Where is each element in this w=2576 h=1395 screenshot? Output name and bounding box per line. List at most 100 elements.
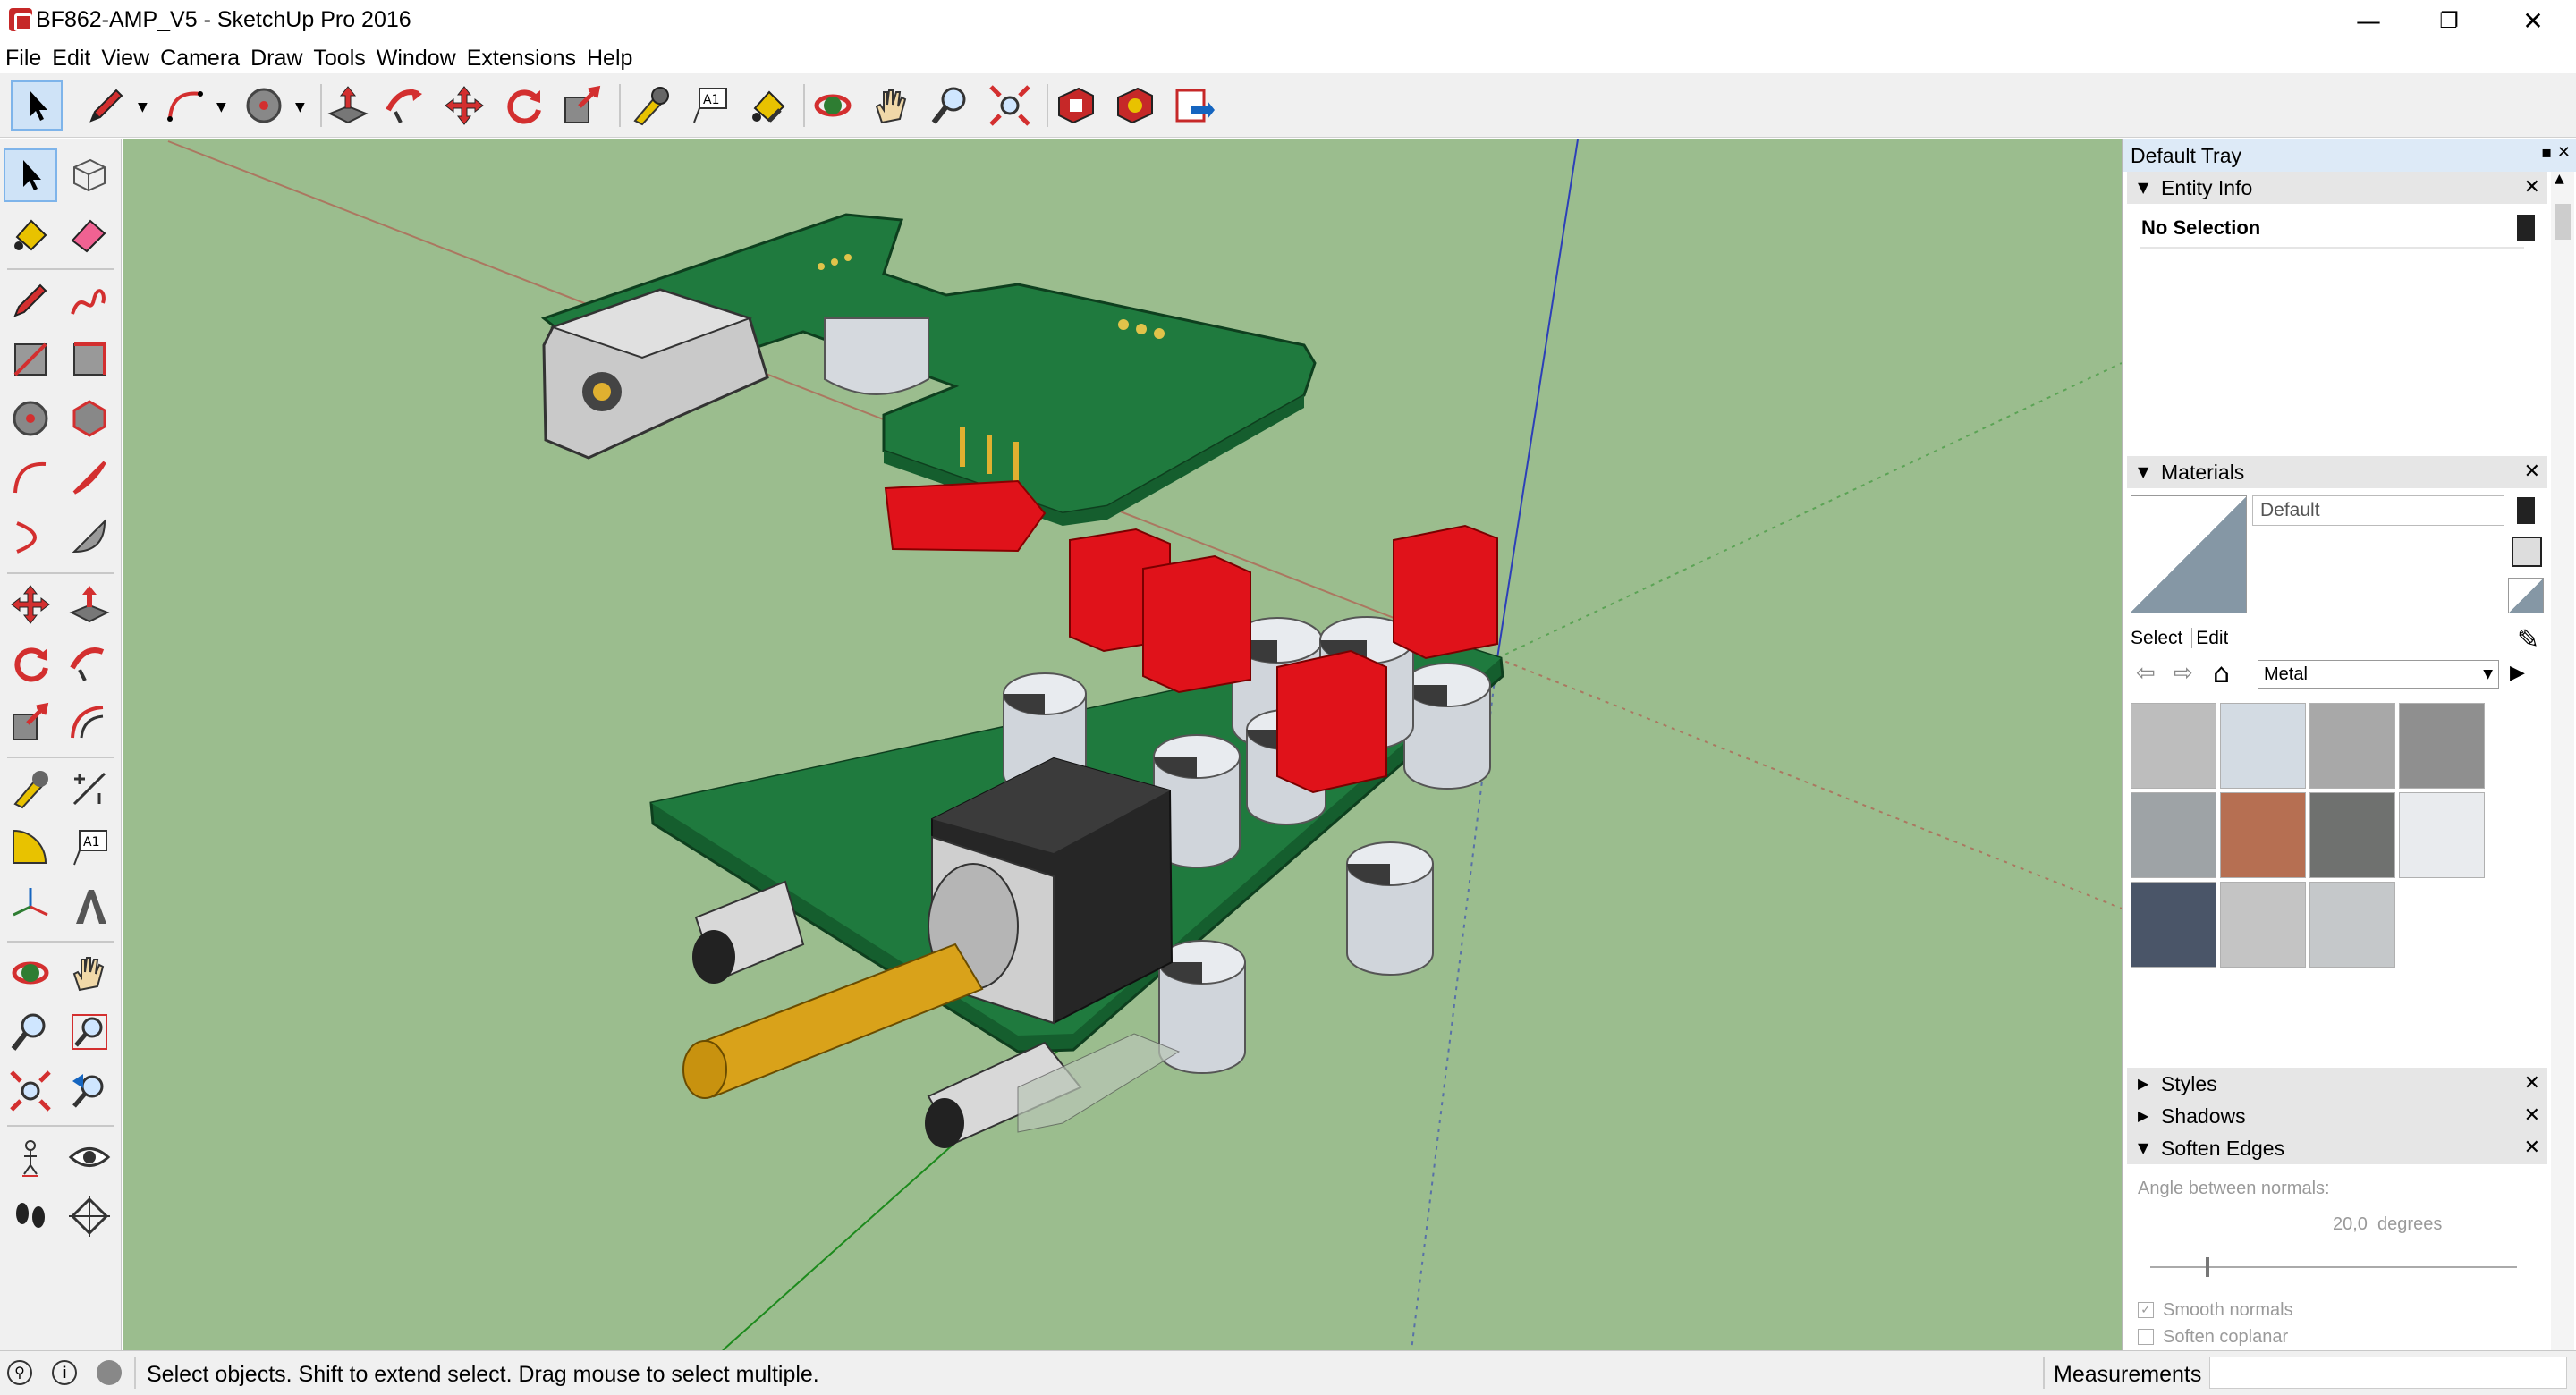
material-swatch[interactable] (2309, 792, 2395, 878)
menu-window[interactable]: Window (371, 41, 462, 73)
material-swatch[interactable] (2131, 882, 2216, 968)
soften-coplanar-checkbox[interactable] (2138, 1329, 2154, 1345)
extension-warehouse-button[interactable] (1109, 80, 1161, 131)
freehand-tool[interactable] (63, 274, 116, 327)
close-panel-icon[interactable]: ✕ (2524, 1068, 2540, 1100)
menu-edit[interactable]: Edit (47, 41, 96, 73)
arc-tool-button[interactable] (159, 80, 211, 131)
circle-tool[interactable] (4, 392, 57, 445)
scale-button[interactable] (556, 80, 608, 131)
pan-button[interactable] (866, 80, 918, 131)
create-material-icon[interactable] (2517, 497, 2535, 524)
polygon-tool[interactable] (63, 392, 116, 445)
arc-dropdown-icon[interactable]: ▼ (216, 100, 226, 114)
axes-tool[interactable] (4, 880, 57, 934)
tape-measure-button[interactable] (624, 80, 676, 131)
material-swatch[interactable] (2399, 703, 2485, 789)
make-component-tool[interactable] (63, 148, 116, 202)
text-button[interactable]: A1 (683, 80, 735, 131)
orbit-tool[interactable] (4, 946, 57, 1000)
tab-select[interactable]: Select (2131, 628, 2182, 648)
rotate-button[interactable] (497, 80, 549, 131)
material-swatch[interactable] (2309, 882, 2395, 968)
text-tool[interactable]: A1 (63, 821, 116, 875)
menu-help[interactable]: Help (581, 41, 638, 73)
home-icon[interactable]: ⌂ (2213, 658, 2230, 689)
drawing-area-viewport[interactable] (123, 140, 2122, 1350)
sample-paint-icon[interactable] (2512, 537, 2542, 567)
menu-file[interactable]: File (0, 41, 47, 73)
back-arrow-icon[interactable]: ⇦ (2136, 660, 2156, 687)
line-tool-button[interactable] (80, 80, 132, 131)
materials-header[interactable]: ▼ Materials ✕ (2127, 456, 2547, 488)
three-point-arc-tool[interactable] (4, 510, 57, 563)
follow-me-tool[interactable] (63, 637, 116, 690)
line-dropdown-icon[interactable]: ▼ (138, 100, 148, 114)
instructor-info-icon[interactable]: i (52, 1360, 77, 1385)
menu-camera[interactable]: Camera (155, 41, 245, 73)
protractor-tool[interactable] (4, 821, 57, 875)
menu-view[interactable]: View (96, 41, 155, 73)
material-swatch[interactable] (2131, 703, 2216, 789)
two-point-arc-tool[interactable] (63, 451, 116, 504)
select-tool[interactable] (4, 148, 57, 202)
zoom-extents-button[interactable] (984, 80, 1036, 131)
move-tool[interactable] (4, 578, 57, 631)
angle-slider-thumb[interactable] (2205, 1257, 2209, 1277)
scale-tool[interactable] (4, 696, 57, 749)
eyedropper-icon[interactable]: ✎ (2517, 624, 2539, 655)
material-swatch[interactable] (2131, 792, 2216, 878)
minimize-button[interactable]: — (2326, 0, 2411, 41)
restore-button[interactable]: ❐ (2406, 0, 2492, 41)
material-swatch[interactable] (2220, 703, 2306, 789)
entity-info-header[interactable]: ▼ Entity Info ✕ (2127, 172, 2547, 204)
tray-pin-icon[interactable]: ▪ ✕ (2541, 143, 2571, 162)
measurements-input[interactable] (2209, 1357, 2567, 1389)
library-dropdown[interactable]: Metal ▼ (2258, 660, 2499, 689)
details-arrow-icon[interactable]: ▶ (2510, 662, 2525, 684)
material-swatch[interactable] (2399, 792, 2485, 878)
scroll-up-icon[interactable]: ▲ (2555, 172, 2564, 186)
scrollbar-thumb[interactable] (2555, 204, 2571, 240)
section-plane-tool[interactable] (63, 1189, 116, 1243)
entity-info-toggle-icon[interactable] (2517, 215, 2535, 241)
previous-view-tool[interactable] (63, 1064, 116, 1118)
soften-edges-header[interactable]: ▼ Soften Edges ✕ (2127, 1132, 2547, 1164)
push-pull-tool[interactable] (63, 578, 116, 631)
eraser-tool[interactable] (63, 207, 116, 261)
close-button[interactable]: ✕ (2490, 0, 2576, 41)
zoom-window-tool[interactable] (63, 1005, 116, 1059)
material-swatch[interactable] (2309, 703, 2395, 789)
tray-scrollbar[interactable]: ▲ (2551, 172, 2574, 1350)
rectangle-tool[interactable] (4, 333, 57, 386)
3d-text-tool[interactable] (63, 880, 116, 934)
arc-tool[interactable] (4, 451, 57, 504)
menu-draw[interactable]: Draw (245, 41, 308, 73)
default-material-icon[interactable] (2508, 578, 2544, 613)
tab-edit[interactable]: Edit (2191, 628, 2229, 648)
look-around-tool[interactable] (63, 1130, 116, 1184)
close-panel-icon[interactable]: ✕ (2524, 1100, 2540, 1132)
follow-me-button[interactable] (379, 80, 431, 131)
smooth-normals-checkbox[interactable]: ✓ (2138, 1302, 2154, 1318)
close-panel-icon[interactable]: ✕ (2524, 456, 2540, 488)
shadows-header[interactable]: ▶ Shadows ✕ (2127, 1100, 2547, 1132)
material-swatch[interactable] (2220, 882, 2306, 968)
zoom-button[interactable] (925, 80, 977, 131)
rotated-rectangle-tool[interactable] (63, 333, 116, 386)
close-panel-icon[interactable]: ✕ (2524, 172, 2540, 204)
line-tool[interactable] (4, 274, 57, 327)
zoom-tool[interactable] (4, 1005, 57, 1059)
circle-tool-button[interactable] (238, 80, 290, 131)
menu-extensions[interactable]: Extensions (462, 41, 581, 73)
material-name-field[interactable]: Default (2252, 495, 2504, 526)
styles-header[interactable]: ▶ Styles ✕ (2127, 1068, 2547, 1100)
menu-tools[interactable]: Tools (308, 41, 370, 73)
paint-bucket-tool[interactable] (4, 207, 57, 261)
tape-measure-tool[interactable] (4, 762, 57, 816)
material-swatch[interactable] (2220, 792, 2306, 878)
position-camera-tool[interactable] (4, 1130, 57, 1184)
move-button[interactable] (438, 80, 490, 131)
close-panel-icon[interactable]: ✕ (2524, 1132, 2540, 1164)
pan-tool[interactable] (63, 946, 116, 1000)
